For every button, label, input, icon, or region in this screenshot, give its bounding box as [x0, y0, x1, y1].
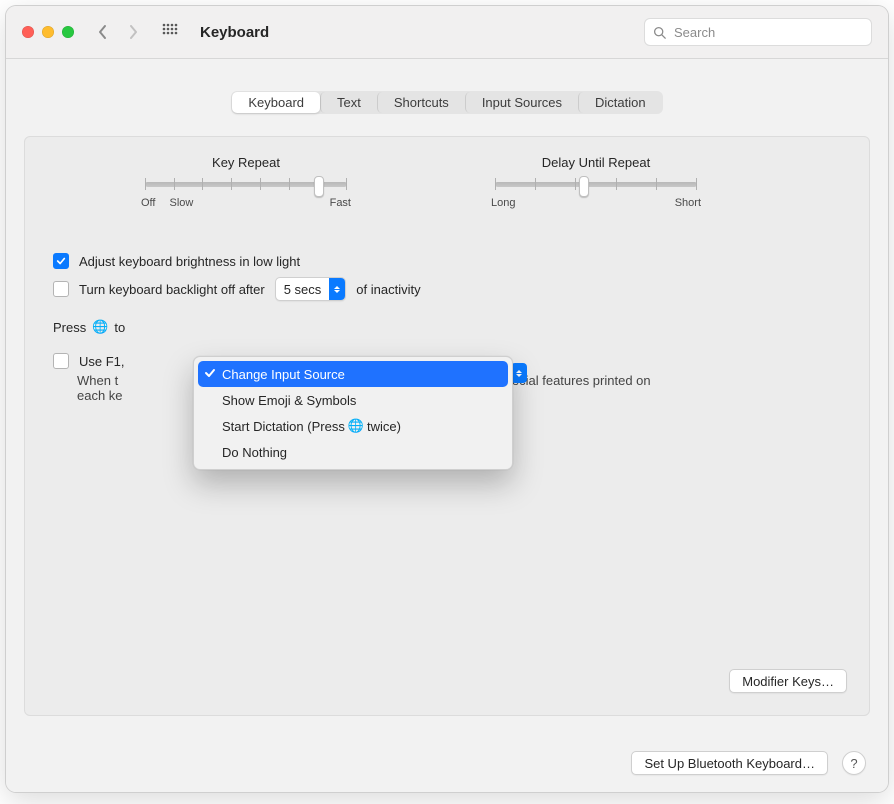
- backlight-off-label-after: of inactivity: [356, 282, 420, 297]
- show-all-button[interactable]: [162, 23, 178, 42]
- key-repeat-thumb[interactable]: [314, 176, 324, 197]
- use-fkeys-checkbox[interactable]: [53, 353, 69, 369]
- setup-bluetooth-keyboard-button[interactable]: Set Up Bluetooth Keyboard…: [631, 751, 828, 775]
- use-fkeys-label-part1: Use F1,: [79, 354, 125, 369]
- key-repeat-slider[interactable]: [145, 182, 347, 187]
- back-button[interactable]: [98, 24, 108, 40]
- search-field-wrap[interactable]: [644, 18, 872, 46]
- press-globe-row: Press 🌐 to: [53, 319, 841, 335]
- delay-until-repeat-thumb[interactable]: [579, 176, 589, 197]
- tab-input-sources[interactable]: Input Sources: [465, 92, 578, 113]
- window-controls: [22, 26, 74, 38]
- menu-item-label: Show Emoji & Symbols: [222, 393, 356, 408]
- popup-stepper-icon: [329, 278, 345, 300]
- tab-bar: Keyboard Text Shortcuts Input Sources Di…: [231, 91, 662, 114]
- use-fkeys-desc-part1: When t: [77, 373, 118, 388]
- menu-item-do-nothing[interactable]: Do Nothing: [198, 439, 508, 465]
- menu-item-label: Change Input Source: [222, 367, 345, 382]
- delay-until-repeat-slider[interactable]: [495, 182, 697, 187]
- key-repeat-block: Key Repeat Off Slow Fast: [141, 155, 351, 209]
- adjust-brightness-checkbox[interactable]: [53, 253, 69, 269]
- adjust-brightness-label: Adjust keyboard brightness in low light: [79, 254, 300, 269]
- close-window-button[interactable]: [22, 26, 34, 38]
- sliders-row: Key Repeat Off Slow Fast Delay Unti: [53, 155, 841, 209]
- press-globe-menu: Change Input Source Show Emoji & Symbols…: [193, 356, 513, 470]
- backlight-off-checkbox[interactable]: [53, 281, 69, 297]
- menu-item-label: Do Nothing: [222, 445, 287, 460]
- window-title: Keyboard: [200, 24, 269, 41]
- settings-panel: Key Repeat Off Slow Fast Delay Unti: [24, 136, 870, 716]
- chevron-right-icon: [128, 24, 138, 40]
- tab-text[interactable]: Text: [320, 92, 377, 113]
- checkmark-icon: [204, 367, 216, 382]
- backlight-off-popup[interactable]: 5 secs: [275, 277, 347, 301]
- tab-shortcuts[interactable]: Shortcuts: [377, 92, 465, 113]
- delay-label-long: Long: [491, 197, 515, 209]
- system-preferences-window: Keyboard Keyboard Text Shortcuts Input S…: [6, 6, 888, 792]
- grid-icon: [162, 23, 178, 39]
- backlight-off-popup-value: 5 secs: [284, 282, 322, 297]
- search-input[interactable]: [672, 24, 863, 41]
- search-icon: [653, 26, 666, 39]
- zoom-window-button[interactable]: [62, 26, 74, 38]
- tab-keyboard[interactable]: Keyboard: [232, 92, 320, 113]
- globe-key-icon: 🌐: [348, 418, 364, 434]
- modifier-keys-button[interactable]: Modifier Keys…: [729, 669, 847, 693]
- backlight-off-row: Turn keyboard backlight off after 5 secs…: [53, 277, 841, 301]
- globe-key-icon: 🌐: [92, 319, 108, 335]
- footer: Set Up Bluetooth Keyboard… ?: [6, 751, 888, 775]
- key-repeat-title: Key Repeat: [141, 155, 351, 170]
- titlebar: Keyboard: [6, 6, 888, 59]
- use-fkeys-desc-line2: each ke: [77, 388, 123, 403]
- delay-until-repeat-block: Delay Until Repeat Long Short: [491, 155, 701, 209]
- adjust-brightness-row: Adjust keyboard brightness in low light: [53, 253, 841, 269]
- prefpane-body: Keyboard Text Shortcuts Input Sources Di…: [6, 59, 888, 792]
- key-repeat-label-off: Off: [141, 197, 155, 209]
- key-repeat-label-slow: Slow: [169, 197, 193, 209]
- menu-item-show-emoji-symbols[interactable]: Show Emoji & Symbols: [198, 387, 508, 413]
- menu-item-label-prefix: Start Dictation (Press: [222, 419, 345, 434]
- minimize-window-button[interactable]: [42, 26, 54, 38]
- press-globe-label-before: Press: [53, 320, 86, 335]
- menu-item-label-suffix: twice): [367, 419, 401, 434]
- key-repeat-label-fast: Fast: [330, 197, 351, 209]
- menu-item-start-dictation[interactable]: Start Dictation (Press 🌐 twice): [198, 413, 508, 439]
- chevron-left-icon: [98, 24, 108, 40]
- checkmark-icon: [56, 256, 66, 266]
- tab-dictation[interactable]: Dictation: [578, 92, 662, 113]
- delay-until-repeat-title: Delay Until Repeat: [491, 155, 701, 170]
- press-globe-popup-stepper-icon: [511, 363, 527, 383]
- backlight-off-label-before: Turn keyboard backlight off after: [79, 282, 265, 297]
- menu-item-change-input-source[interactable]: Change Input Source: [198, 361, 508, 387]
- help-button[interactable]: ?: [842, 751, 866, 775]
- forward-button[interactable]: [128, 24, 138, 40]
- delay-label-short: Short: [675, 197, 701, 209]
- press-globe-label-after: to: [114, 320, 125, 335]
